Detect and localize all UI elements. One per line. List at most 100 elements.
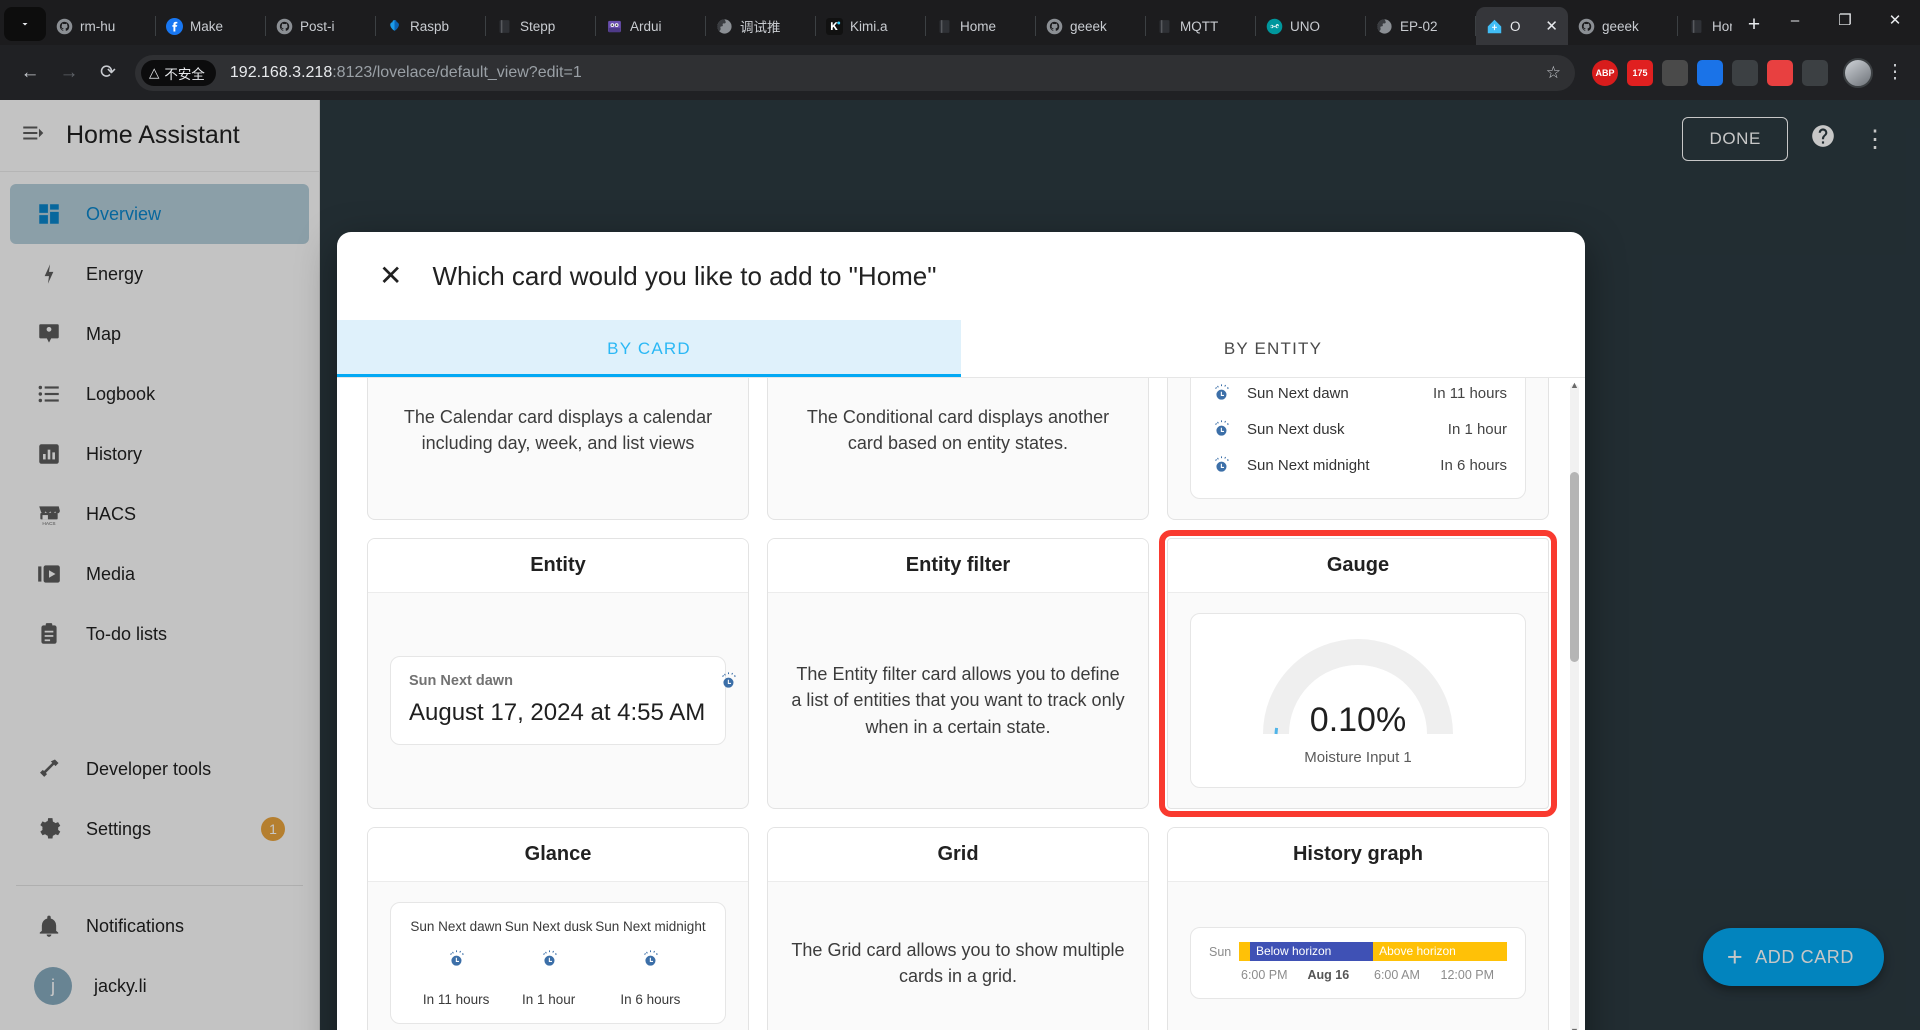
history-axis-tick: 6:00 AM: [1374, 968, 1420, 983]
card-description: The Entity filter card allows you to def…: [791, 664, 1125, 737]
card-option-title: Grid: [937, 843, 979, 866]
card-description: The Grid card allows you to show multipl…: [791, 940, 1125, 987]
forward-icon[interactable]: →: [51, 55, 87, 91]
scrollbar-thumb[interactable]: [1570, 472, 1579, 662]
red-extension[interactable]: [1767, 59, 1793, 86]
bookmark-star-icon[interactable]: ☆: [1546, 63, 1561, 83]
browser-tab[interactable]: Stepp: [486, 7, 596, 45]
close-icon[interactable]: ✕: [379, 262, 402, 290]
tab-search-icon[interactable]: [4, 7, 46, 41]
browser-window: rm-hu Make Post-i Raspb Stepp Ardui 调试推 Kimi.a H…: [0, 0, 1920, 1030]
gauge-widget: 0.10% Moisture Input 1: [1209, 628, 1507, 773]
glance-item[interactable]: Sun Next dusk In 1 hour: [505, 917, 593, 1009]
abp-extension[interactable]: ABP: [1592, 59, 1618, 86]
extension-label: 175: [1632, 67, 1648, 78]
timer-sun-icon: [538, 949, 560, 978]
minimize-button[interactable]: –: [1770, 0, 1820, 40]
extension-icons: ABP 175: [1592, 59, 1828, 86]
globe-icon: [716, 18, 733, 35]
glance-name: Sun Next dawn: [410, 919, 502, 935]
browser-tab[interactable]: EP-02: [1366, 7, 1476, 45]
card-type-grid: The Calendar card displays a calendar in…: [367, 378, 1557, 1030]
timer-sun-icon: [1209, 455, 1233, 477]
profile-avatar[interactable]: [1843, 57, 1873, 88]
scroll-up-arrow[interactable]: ▲: [1570, 380, 1579, 390]
arduino-icon: [1266, 18, 1283, 35]
book-icon: [936, 18, 953, 35]
maximize-button[interactable]: ❐: [1820, 0, 1870, 40]
window-controls: – ❐ ✕: [1770, 0, 1920, 45]
home-assistant-icon: [1486, 18, 1503, 35]
gauge-preview: 0.10% Moisture Input 1: [1190, 613, 1526, 789]
entity-label: Sun Next dawn: [409, 672, 513, 689]
history-axis: 6:00 PM Aug 16 6:00 AM 12:00 PM: [1209, 966, 1507, 984]
timer-sun-icon: [639, 949, 661, 978]
browser-tab[interactable]: Ardui: [596, 7, 706, 45]
entity-row: Sun Next midnight In 6 hours: [1209, 448, 1507, 484]
owl-icon: [606, 18, 623, 35]
card-option-title: Glance: [524, 843, 592, 866]
facebook-icon: [166, 17, 183, 35]
dialog-title: Which card would you like to add to "Hom…: [432, 260, 937, 291]
card-option-gauge[interactable]: Gauge 0.10% Moisture Input 1: [1159, 529, 1557, 818]
puzzle-extension[interactable]: [1802, 59, 1828, 86]
browser-tab[interactable]: rm-hu: [46, 7, 156, 45]
extension-label: ABP: [1595, 67, 1615, 78]
browser-tab[interactable]: 调试推: [706, 7, 816, 45]
browser-menu-icon[interactable]: ⋮: [1882, 61, 1908, 84]
card-option-entity[interactable]: Entity Sun Next dawn August 17, 2024 at 4:…: [367, 538, 749, 810]
new-tab-button[interactable]: +: [1738, 9, 1770, 41]
browser-tab-active[interactable]: O ✕: [1476, 7, 1568, 45]
downloads-extension[interactable]: 175: [1627, 59, 1653, 86]
address-bar[interactable]: △ 不安全 192.168.3.218:8123/lovelace/defaul…: [135, 54, 1575, 91]
browser-tab[interactable]: Raspb: [376, 7, 486, 45]
tab-list: rm-hu Make Post-i Raspb Stepp Ardui 调试推 Kimi.a H…: [46, 7, 1732, 45]
card-option-conditional[interactable]: The Conditional card displays another ca…: [767, 378, 1149, 520]
gauge-label: Moisture Input 1: [1304, 749, 1412, 767]
blue-circle-extension[interactable]: [1697, 59, 1723, 86]
globe-icon: [1376, 18, 1393, 35]
glance-preview: Sun Next dawn In 11 hours Sun Next dusk In …: [390, 902, 726, 1025]
browser-tab[interactable]: geeek: [1568, 7, 1678, 45]
reload-icon[interactable]: ⟳: [90, 55, 126, 91]
browser-tab[interactable]: geeek: [1036, 7, 1146, 45]
tab-title: Home: [1712, 18, 1732, 34]
card-description: The Conditional card displays another ca…: [806, 406, 1110, 453]
close-tab-icon[interactable]: ✕: [1545, 19, 1558, 34]
home-assistant-page: Home Assistant Overview Energy Map Logbook H…: [0, 100, 1920, 1030]
card-option-grid[interactable]: Grid The Grid card allows you to show mul…: [767, 827, 1149, 1030]
card-option-history-graph[interactable]: History graph Sun Below horizon Above horiz…: [1167, 827, 1549, 1030]
dialog-tab-by-entity[interactable]: BY ENTITY: [961, 320, 1585, 377]
browser-tab[interactable]: Home: [1678, 7, 1732, 45]
browser-tab[interactable]: UNO: [1256, 7, 1366, 45]
glance-item[interactable]: Sun Next midnight In 6 hours: [595, 917, 705, 1009]
card-option-entities[interactable]: Sun Next dawn In 11 hours Sun Next dusk In …: [1167, 378, 1549, 520]
browser-tab[interactable]: Make: [156, 7, 266, 45]
book-icon: [1156, 18, 1173, 35]
browser-tab[interactable]: Kimi.a: [816, 7, 926, 45]
dialog-tab-by-card[interactable]: BY CARD: [337, 320, 961, 377]
back-icon[interactable]: ←: [12, 55, 48, 91]
github-icon: [1578, 18, 1595, 35]
lightbulb-extension[interactable]: [1662, 59, 1688, 86]
card-option-calendar[interactable]: The Calendar card displays a calendar in…: [367, 378, 749, 520]
scroll-down-arrow[interactable]: ▼: [1570, 1026, 1579, 1030]
tab-title: 调试推: [740, 20, 781, 35]
not-secure-badge[interactable]: △ 不安全: [141, 59, 216, 86]
card-option-header: Glance: [368, 828, 748, 883]
browser-toolbar: ← → ⟳ △ 不安全 192.168.3.218:8123/lovelace/…: [0, 45, 1920, 100]
card-option-header: Gauge: [1168, 539, 1548, 593]
card-option-entity-filter[interactable]: Entity filter The Entity filter card allo…: [767, 538, 1149, 810]
card-option-title: History graph: [1292, 843, 1424, 866]
close-window-button[interactable]: ✕: [1870, 0, 1920, 40]
timer-sun-icon: [717, 671, 739, 700]
browser-tab[interactable]: Home: [926, 7, 1036, 45]
browser-tab[interactable]: Post-i: [266, 7, 376, 45]
pin-extension[interactable]: [1732, 59, 1758, 86]
not-secure-label: 不安全: [164, 66, 205, 82]
browser-tab[interactable]: MQTT: [1146, 7, 1256, 45]
entity-row: Sun Next dawn In 11 hours: [1209, 378, 1507, 412]
card-option-glance[interactable]: Glance Sun Next dawn In 11 hours Sun Next d…: [367, 827, 749, 1030]
dialog-scrollbar[interactable]: ▲ ▼: [1570, 380, 1579, 1030]
glance-item[interactable]: Sun Next dawn In 11 hours: [410, 917, 502, 1009]
